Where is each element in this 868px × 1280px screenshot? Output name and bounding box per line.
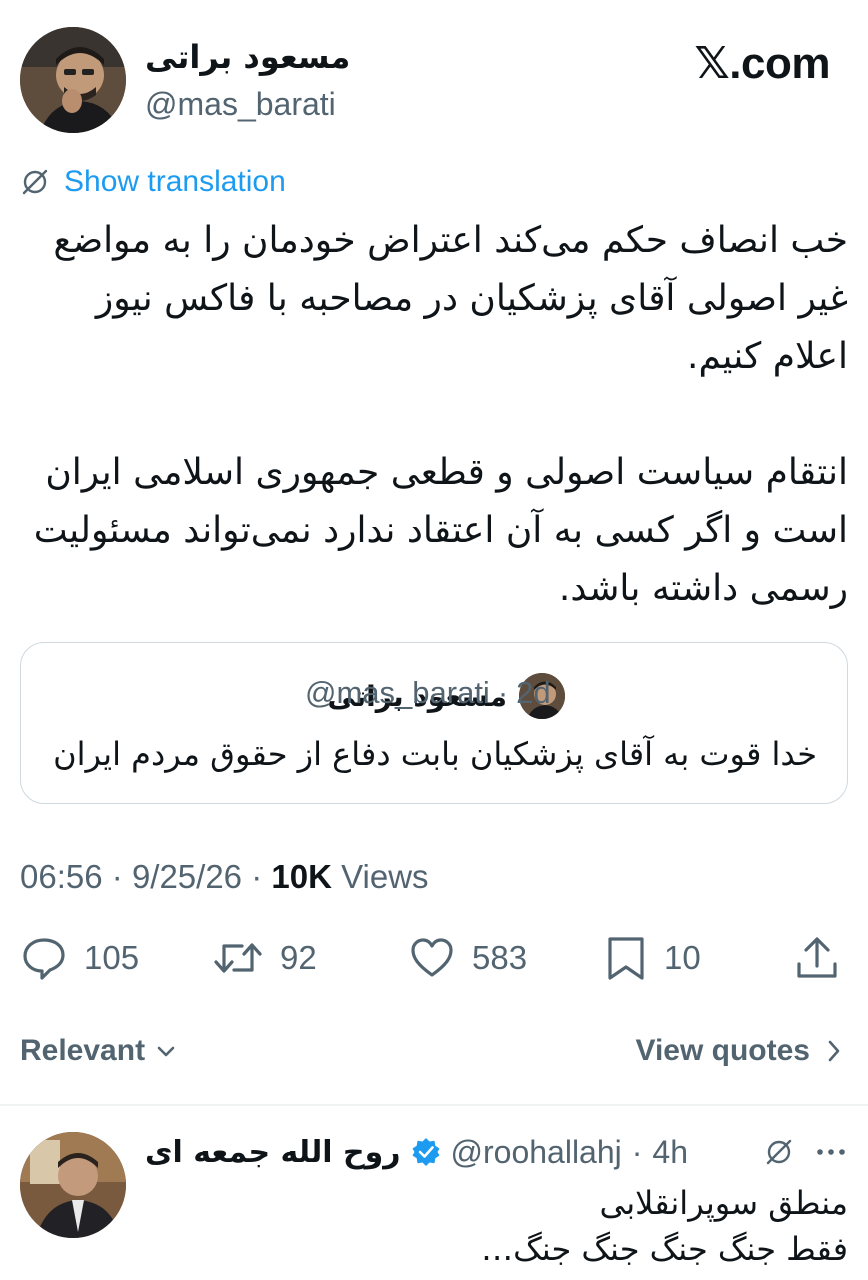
- heart-icon: [408, 934, 456, 982]
- divider: [0, 1006, 868, 1007]
- reply-author-name[interactable]: روح الله جمعه ای: [145, 1135, 401, 1170]
- quoted-time[interactable]: 2d: [516, 675, 550, 711]
- meta-separator: ·: [111, 858, 123, 895]
- tweet-action-bar: 105 92 583 10: [0, 930, 868, 986]
- author-avatar[interactable]: [20, 27, 126, 133]
- views-label: Views: [341, 858, 429, 895]
- reply-author-line: روح الله جمعه ای @roohallahj · 4h: [145, 1130, 688, 1174]
- meta-separator: ·: [251, 858, 263, 895]
- x-logo-brand: 𝕏.com: [694, 39, 830, 88]
- view-quotes-link[interactable]: View quotes: [636, 1030, 845, 1072]
- quoted-tweet-meta: @mas_barati · 2d: [305, 675, 551, 711]
- globe-slash-icon[interactable]: [764, 1137, 794, 1167]
- quoted-tweet-text: خدا قوت به آقای پزشکیان بابت دفاع از حقو…: [53, 735, 817, 773]
- quoted-author-handle: @mas_barati: [305, 675, 490, 710]
- share-icon: [794, 934, 840, 982]
- tweet-screenshot: مسعود براتی @mas_barati 𝕏.com Show trans…: [0, 0, 868, 1280]
- repost-button[interactable]: 92: [212, 930, 317, 986]
- author-name[interactable]: مسعود براتی: [145, 38, 350, 76]
- bookmark-count: 10: [664, 939, 701, 976]
- reply-text: منطق سوپرانقلابی فقط جنگ جنگ جنگ جنگ…: [481, 1184, 848, 1268]
- author-handle[interactable]: @mas_barati: [145, 86, 336, 123]
- reply-count: 105: [84, 939, 140, 976]
- reply-icon: [20, 934, 68, 982]
- quoted-tweet-card[interactable]: مسعود براتی @mas_barati · 2d خدا قوت به …: [20, 642, 848, 804]
- reply-button[interactable]: 105: [20, 930, 139, 986]
- tweet-time[interactable]: 06:56: [20, 858, 103, 895]
- reply-separator: ·: [631, 1133, 643, 1170]
- show-translation-label: Show translation: [64, 165, 286, 198]
- repost-count: 92: [280, 939, 317, 976]
- more-options-icon[interactable]: [816, 1147, 846, 1157]
- chevron-down-icon: [155, 1040, 177, 1062]
- tweet-text: خب انصاف حکم می‌کند اعتراض خودمان را به …: [33, 220, 848, 609]
- reply-author-handle[interactable]: @roohallahj: [451, 1134, 622, 1171]
- chevron-right-icon: [824, 1038, 844, 1064]
- reply-time[interactable]: 4h: [652, 1134, 688, 1171]
- like-button[interactable]: 583: [408, 930, 527, 986]
- divider: [0, 1104, 868, 1106]
- tweet-meta-line: 06:56 · 9/25/26 · 10K Views: [20, 858, 429, 896]
- verified-badge-icon: [411, 1137, 441, 1167]
- repost-icon: [212, 934, 264, 982]
- reply-tools: [764, 1130, 846, 1174]
- sort-label: Relevant: [20, 1034, 146, 1067]
- like-count: 583: [472, 939, 528, 976]
- bookmark-button[interactable]: 10: [604, 930, 701, 986]
- globe-slash-icon: [20, 167, 50, 197]
- show-translation-link[interactable]: Show translation: [20, 162, 286, 202]
- bookmark-icon: [604, 934, 648, 982]
- view-quotes-label: View quotes: [635, 1034, 811, 1067]
- tweet-date[interactable]: 9/25/26: [132, 858, 242, 895]
- views-count: 10K: [271, 858, 332, 895]
- tweet-header: مسعود براتی @mas_barati 𝕏.com: [0, 0, 868, 150]
- reply-author-avatar[interactable]: [20, 1132, 126, 1238]
- quoted-separator: ·: [497, 675, 509, 710]
- share-button[interactable]: [794, 930, 840, 986]
- sort-replies-dropdown[interactable]: Relevant: [20, 1030, 177, 1072]
